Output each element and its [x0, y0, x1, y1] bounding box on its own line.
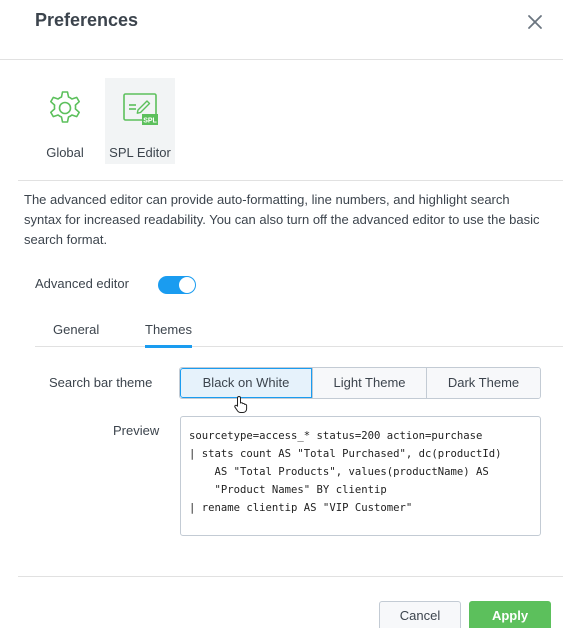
gear-icon	[43, 86, 87, 135]
editor-sub-tabs: General Themes	[35, 315, 563, 348]
preview-code: sourcetype=access_* status=200 action=pu…	[189, 430, 502, 514]
toggle-knob	[179, 277, 195, 293]
tab-label: Themes	[145, 322, 192, 337]
search-bar-theme-label: Search bar theme	[49, 375, 153, 390]
preview-box: sourcetype=access_* status=200 action=pu…	[180, 416, 541, 536]
category-tab-spl-editor[interactable]: SPL SPL Editor	[105, 78, 175, 164]
tab-themes[interactable]: Themes	[145, 322, 192, 348]
cancel-button[interactable]: Cancel	[379, 601, 461, 628]
preview-label: Preview	[113, 423, 160, 438]
spl-editor-icon: SPL	[118, 86, 162, 135]
close-icon	[528, 15, 542, 29]
spl-icon-text: SPL	[143, 118, 157, 125]
advanced-editor-label: Advanced editor	[35, 276, 129, 291]
active-tab-indicator	[145, 345, 192, 348]
theme-option-light[interactable]: Light Theme	[312, 368, 426, 398]
apply-button[interactable]: Apply	[469, 601, 551, 628]
tab-general[interactable]: General	[53, 322, 99, 337]
tab-label: General	[53, 322, 100, 337]
category-tab-label: SPL Editor	[109, 145, 171, 160]
theme-option-dark[interactable]: Dark Theme	[426, 368, 540, 398]
footer-divider	[18, 576, 563, 577]
theme-option-black-on-white[interactable]: Black on White	[180, 368, 312, 398]
close-button[interactable]	[521, 8, 549, 36]
section-divider	[18, 180, 563, 181]
category-tab-label: Global	[46, 145, 84, 160]
hand-cursor-icon	[234, 395, 250, 413]
dialog-title: Preferences	[35, 10, 139, 30]
editor-description: The advanced editor can provide auto-for…	[24, 192, 540, 247]
dialog-header: Preferences	[0, 0, 563, 60]
advanced-editor-toggle[interactable]	[158, 276, 196, 294]
category-tab-global[interactable]: Global	[30, 78, 100, 164]
